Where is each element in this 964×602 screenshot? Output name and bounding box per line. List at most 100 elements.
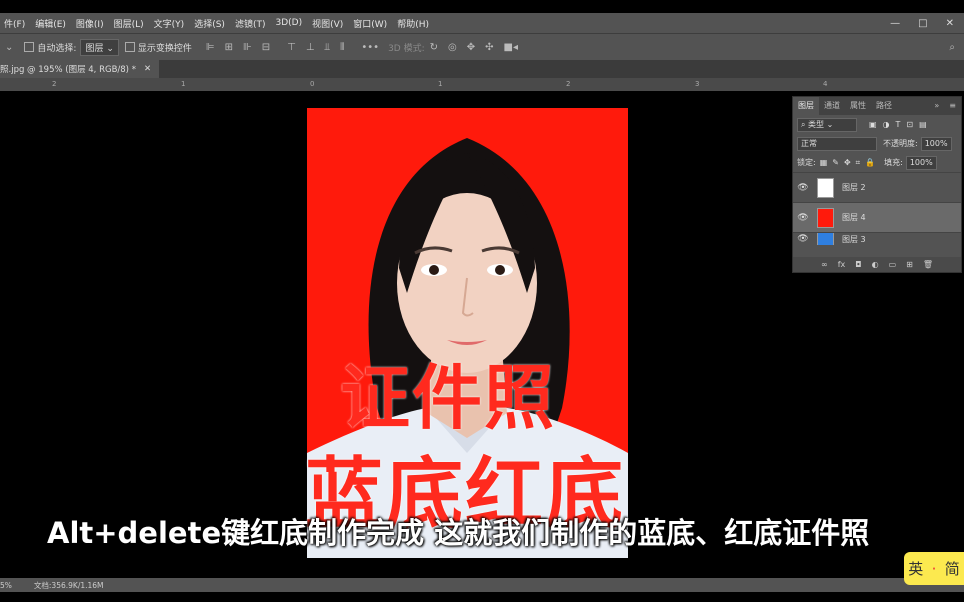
layer-name: 图层 2 [842,183,866,192]
distribute-vertical-icon[interactable]: ⫴ [340,42,344,53]
menu-3d[interactable]: 3D(D) [271,18,308,28]
fx-icon[interactable]: fx [838,260,846,269]
lock-label: 锁定: [797,158,816,167]
panel-menu-icon[interactable]: ≡ [944,97,961,115]
panel-collapse-icon[interactable]: » [929,97,944,115]
mask-icon[interactable]: ◘ [855,260,861,269]
document-info[interactable]: 文档:356.9K/1.16M [34,580,104,591]
menu-file[interactable]: 件(F) [0,17,31,30]
auto-select-value: 图层 [85,43,104,54]
eye-icon[interactable]: 👁 [793,183,813,193]
show-transform-checkbox[interactable] [124,42,135,52]
status-bar: 5% 文档:356.9K/1.16M [0,578,964,592]
layer-name: 图层 4 [842,213,866,222]
filter-label: 类型 [808,119,825,129]
eye-icon[interactable]: 👁 [793,213,813,223]
link-icon[interactable]: ∞ [821,260,828,269]
close-button[interactable]: ✕ [946,18,954,29]
filter-dropdown[interactable]: ⌕ 类型 ⌄ [797,117,857,132]
ruler-tick: 4 [823,80,828,88]
layer-row[interactable]: 👁 图层 3 [793,232,961,245]
menu-edit[interactable]: 编辑(E) [31,17,72,30]
menu-filter[interactable]: 滤镜(T) [231,17,272,30]
ruler-tick: 2 [52,80,57,88]
chevron-down-icon[interactable]: ⌄ [5,42,13,53]
lock-row: 锁定: ▦✎✥⌗🔒 填充: 100% [793,153,961,172]
menu-help[interactable]: 帮助(H) [393,17,435,30]
document-tab-title: 照.jpg @ 195% (图层 4, RGB/8) * [0,65,136,75]
tab-layers[interactable]: 图层 [793,97,819,115]
opacity-input[interactable]: 100% [920,136,952,151]
layer-thumbnail [817,177,834,198]
menu-window[interactable]: 窗口(W) [349,17,393,30]
filter-row: ⌕ 类型 ⌄ ▣◑T⊡▤ [793,115,961,134]
menu-bar: 件(F) 编辑(E) 图像(I) 图层(L) 文字(Y) 选择(S) 滤镜(T)… [0,13,964,33]
panel-tabs: 图层 通道 属性 路径 » ≡ [793,97,961,115]
align-middle-icon[interactable]: ⊥ [306,42,315,53]
ruler-tick: 1 [181,80,186,88]
folder-icon[interactable]: ▭ [889,260,897,269]
ime-indicator[interactable]: 英 · 简 [904,552,964,585]
lock-icons[interactable]: ▦✎✥⌗🔒 [820,158,880,168]
menu-select[interactable]: 选择(S) [190,17,231,30]
fill-label: 填充: [884,158,903,167]
filter-icons[interactable]: ▣◑T⊡▤ [869,120,933,129]
layer-thumbnail [817,233,834,245]
top-strip [0,0,964,13]
tab-channels[interactable]: 通道 [819,97,845,115]
menu-layer[interactable]: 图层(L) [110,17,150,30]
tab-paths[interactable]: 路径 [871,97,897,115]
bottom-strip [0,592,964,602]
maximize-button[interactable]: □ [918,18,927,29]
ruler-tick: 3 [695,80,700,88]
align-bottom-icon[interactable]: ⫫ [325,42,331,53]
overlay-title: 证件照 [340,357,556,439]
blend-mode-value: 正常 [801,138,817,148]
menu-view[interactable]: 视图(V) [308,17,349,30]
ruler-tick: 1 [438,80,443,88]
3d-rotate-icon[interactable]: ↻ [430,42,438,53]
align-right-icon[interactable]: ⊪ [243,42,252,53]
align-top-icon[interactable]: ⊤ [287,42,296,53]
new-layer-icon[interactable]: ⊞ [906,260,913,269]
show-transform-label: 显示变换控件 [137,43,192,54]
layers-panel: 图层 通道 属性 路径 » ≡ ⌕ 类型 ⌄ ▣◑T⊡▤ 正常 不透明度: 10… [792,96,962,273]
search-icon[interactable]: ⌕ [949,42,955,53]
ruler-tick: 0 [310,80,315,88]
video-subtitle: Alt+delete键红底制作完成 这就我们制作的蓝底、红底证件照 [47,516,870,550]
layer-row[interactable]: 👁 图层 4 [793,202,961,232]
ruler-tick: 2 [566,80,571,88]
3d-pan-icon[interactable]: ✥ [467,42,475,53]
align-center-icon[interactable]: ⊞ [225,42,233,53]
blend-row: 正常 不透明度: 100% [793,134,961,153]
auto-select-checkbox[interactable] [24,42,35,52]
auto-select-dropdown[interactable]: 图层 ⌄ [80,38,119,56]
menu-type[interactable]: 文字(Y) [150,17,191,30]
zoom-level[interactable]: 5% [0,581,12,590]
layer-row[interactable]: 👁 图层 2 [793,172,961,202]
align-left-icon[interactable]: ⊫ [206,42,215,53]
ime-language[interactable]: 英 [908,558,923,579]
ime-separator: · [931,559,937,578]
trash-icon[interactable]: 🗑 [923,260,933,269]
adjustment-icon[interactable]: ◐ [872,260,879,269]
horizontal-ruler: 2 1 0 1 2 3 4 [0,78,964,92]
3d-mode-label: 3D 模式: [388,43,425,54]
distribute-icon[interactable]: ⊟ [262,42,270,53]
tab-properties[interactable]: 属性 [845,97,871,115]
layer-thumbnail [817,207,834,228]
eye-icon[interactable]: 👁 [793,234,813,244]
more-options-icon[interactable]: ••• [361,42,379,53]
fill-input[interactable]: 100% [905,155,937,170]
auto-select-label: 自动选择: [37,43,77,54]
3d-slide-icon[interactable]: ✣ [485,42,493,53]
minimize-button[interactable]: — [890,18,900,29]
document-tab[interactable]: 照.jpg @ 195% (图层 4, RGB/8) * ✕ [0,60,160,78]
close-icon[interactable]: ✕ [144,64,151,74]
menu-image[interactable]: 图像(I) [72,17,110,30]
blend-mode-dropdown[interactable]: 正常 [797,136,877,151]
3d-roll-icon[interactable]: ◎ [448,42,457,53]
3d-scale-icon[interactable]: ■◂ [504,42,518,53]
layer-name: 图层 3 [842,234,866,244]
ime-script[interactable]: 简 [945,558,960,579]
